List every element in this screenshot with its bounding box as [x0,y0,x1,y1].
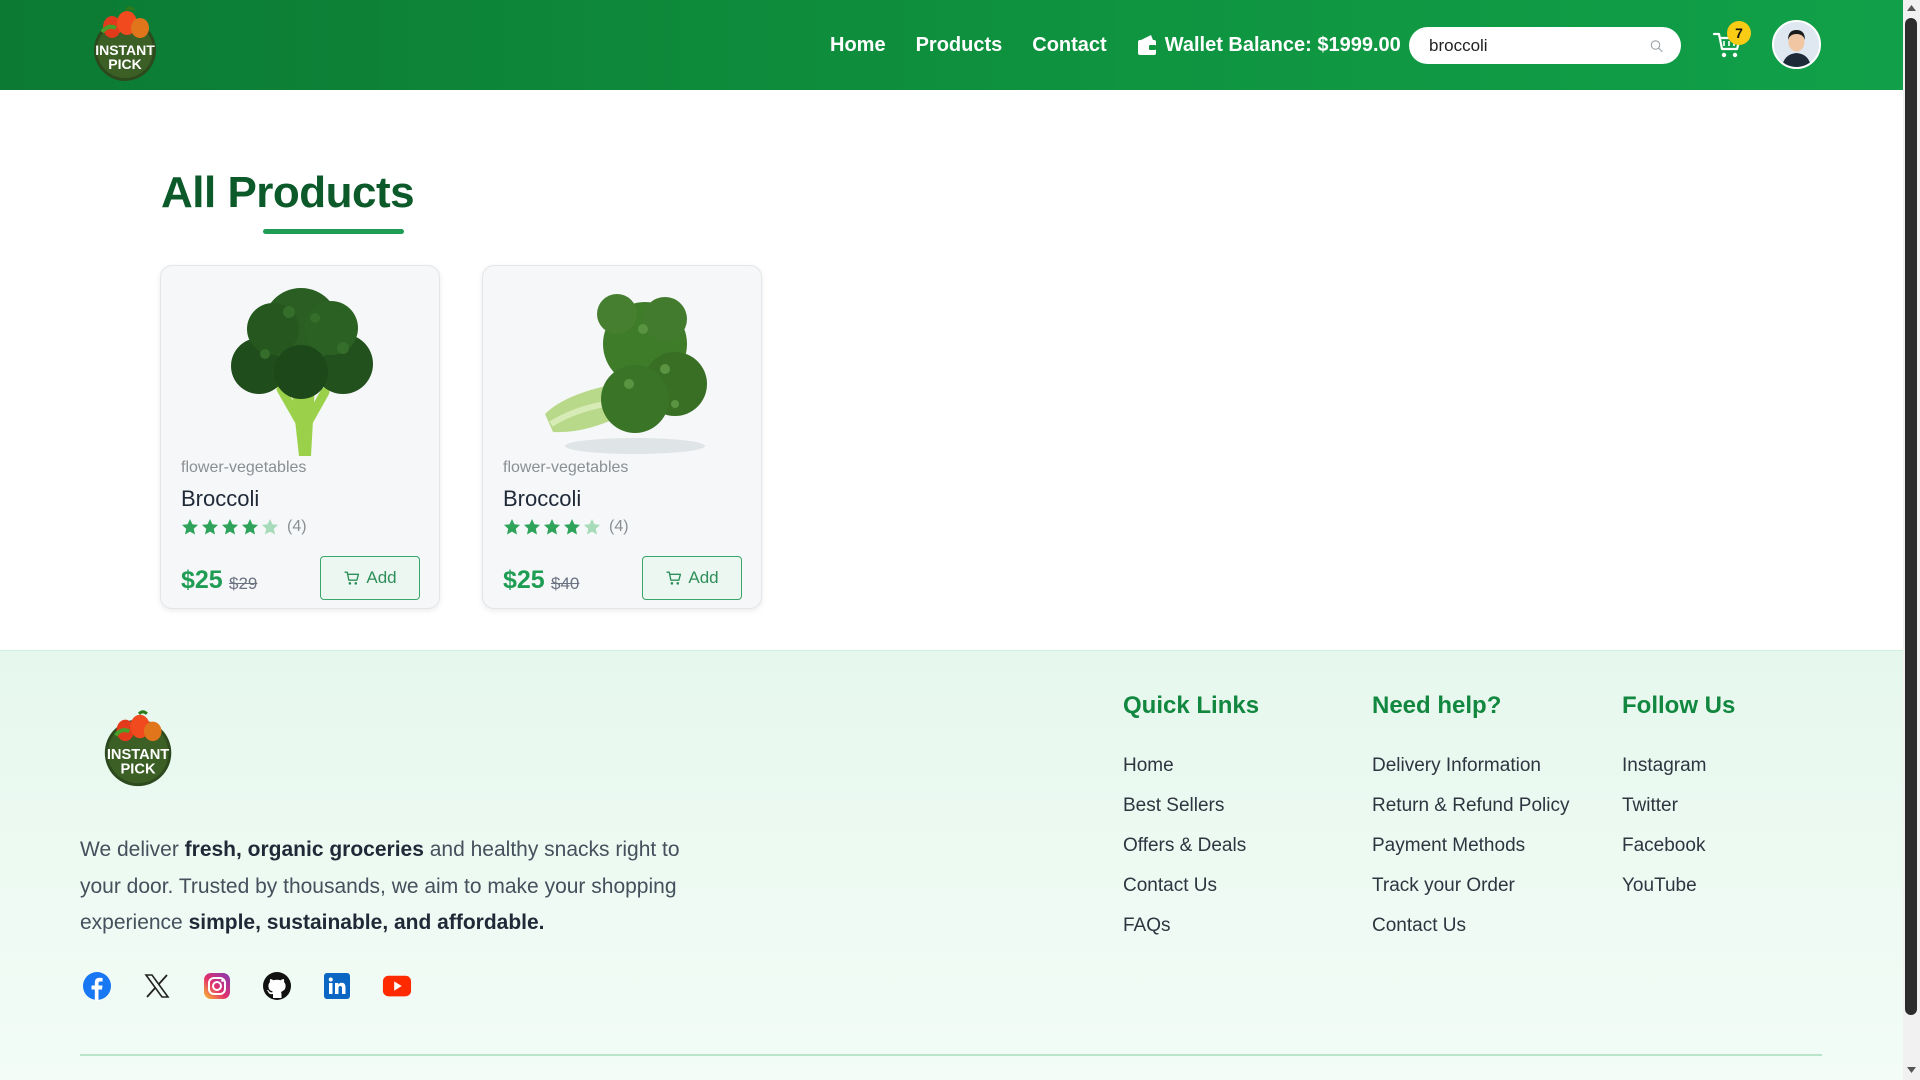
footer-link[interactable]: Best Sellers [1123,786,1259,826]
x-link[interactable] [142,971,172,1001]
footer-link[interactable]: Twitter [1622,786,1735,826]
add-button-label: Add [688,568,719,587]
product-card[interactable]: flower-vegetables Broccoli (4) $25 $40 A… [482,265,762,609]
product-old-price: $29 [229,574,258,593]
footer-link[interactable]: Return & Refund Policy [1372,786,1570,826]
cart-icon [344,571,360,585]
svg-text:PICK: PICK [121,761,156,777]
search-bar [1409,27,1681,64]
wallet-balance-text: Wallet Balance: $1999.00 [1164,33,1401,56]
user-avatar[interactable] [1772,20,1821,69]
wallet-balance[interactable]: Wallet Balance: $1999.00 [1137,34,1401,57]
footer-divider [80,1054,1822,1056]
user-avatar-icon [1774,22,1819,67]
rating-count: (4) [287,518,307,535]
footer-logo[interactable]: INSTANT PICK [96,704,184,792]
nav-home[interactable]: Home [830,34,886,57]
facebook-link[interactable] [82,971,112,1001]
footer-link[interactable]: Delivery Information [1372,746,1570,786]
footer-desc-text: We deliver [80,838,185,861]
linkedin-link[interactable] [322,971,352,1001]
search-icon[interactable] [1650,36,1663,56]
rating-stars-icon [504,519,600,535]
product-rating: (4) [503,518,629,536]
youtube-link[interactable] [382,971,412,1001]
footer-link[interactable]: YouTube [1622,866,1735,906]
page-title: All Products [161,168,415,217]
footer-column-title: Need help? [1372,692,1502,719]
footer-link[interactable]: Track your Order [1372,866,1570,906]
cart-count-badge: 7 [1727,21,1751,45]
product-card[interactable]: flower-vegetables Broccoli (4) $25 $29 A… [160,265,440,609]
scroll-up-arrow-icon[interactable] [1906,3,1917,13]
x-icon [144,974,170,998]
instagram-link[interactable] [202,971,232,1001]
product-image [545,294,707,454]
add-to-cart-button[interactable]: Add [642,556,742,600]
product-category: flower-vegetables [181,459,307,476]
github-link[interactable] [262,971,292,1001]
social-icons [82,971,412,1001]
svg-text:PICK: PICK [108,56,141,72]
brand-logo-icon: INSTANT PICK [104,710,172,787]
product-price: $25 [181,566,223,594]
footer-column-need-help: Need help? Delivery Information Return &… [1372,692,1570,946]
add-to-cart-button[interactable]: Add [320,556,420,600]
footer-desc-emphasis: fresh, organic groceries [184,838,424,861]
footer-description: We deliver fresh, organic groceries and … [80,832,720,942]
search-input[interactable] [1429,35,1650,56]
nav-contact[interactable]: Contact [1032,34,1106,57]
scrollbar-thumb[interactable] [1905,18,1917,1015]
footer-link[interactable]: Contact Us [1123,866,1259,906]
rating-count: (4) [609,518,629,535]
facebook-icon [83,972,111,1001]
footer-link[interactable]: Facebook [1622,826,1735,866]
product-rating: (4) [181,518,307,536]
product-name[interactable]: Broccoli [503,486,581,512]
scroll-down-arrow-icon[interactable] [1906,1065,1917,1075]
product-old-price: $40 [551,574,580,593]
rating-stars-icon [182,519,278,535]
product-name[interactable]: Broccoli [181,486,259,512]
wallet-icon [1137,35,1156,55]
product-price: $25 [503,566,545,594]
github-icon [263,972,291,1000]
nav-products[interactable]: Products [916,34,1003,57]
instagram-icon [204,973,230,999]
product-category: flower-vegetables [503,459,629,476]
linkedin-icon [324,973,350,999]
footer-link[interactable]: FAQs [1123,906,1259,946]
footer-column-title: Quick Links [1123,692,1260,719]
main-nav: Home Products Contact Wallet Balance: $1… [830,0,1401,90]
top-navbar: INSTANT PICK Home Products Contact Walle… [0,0,1903,90]
brand-logo-icon: INSTANT PICK [94,6,156,81]
brand-logo[interactable]: INSTANT PICK [82,2,172,88]
footer-column-follow-us: Follow Us Instagram Twitter Facebook You… [1622,692,1735,906]
footer-desc-emphasis: simple, sustainable, and affordable. [188,911,545,934]
cart-icon [666,571,682,585]
footer-link[interactable]: Instagram [1622,746,1735,786]
title-underline [263,229,404,234]
footer-column-title: Follow Us [1622,692,1736,719]
svg-text:INSTANT: INSTANT [107,747,169,763]
product-image [231,288,373,456]
footer-link[interactable]: Payment Methods [1372,826,1570,866]
footer-column-quick-links: Quick Links Home Best Sellers Offers & D… [1123,692,1259,946]
add-button-label: Add [366,568,397,587]
footer-link[interactable]: Home [1123,746,1259,786]
footer-link[interactable]: Offers & Deals [1123,826,1259,866]
youtube-icon [382,975,412,997]
footer-link[interactable]: Contact Us [1372,906,1570,946]
